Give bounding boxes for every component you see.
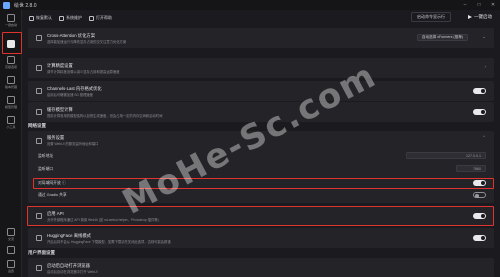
- setting-auto-open-browser: 启动后自动打开浏览器 启动后自动在浏览器中打开 WebUI: [28, 258, 494, 277]
- settings-panel-icon: [7, 40, 15, 48]
- close-button[interactable]: ✕: [486, 0, 500, 10]
- setting-desc: 设置 WebUI 的服务监听地址和端口: [47, 142, 99, 146]
- sidebar-item-tools[interactable]: 小工具: [2, 114, 20, 130]
- precision-icon: [36, 65, 42, 71]
- window-controls: – □ ✕: [458, 0, 500, 10]
- play-icon: [7, 13, 15, 22]
- setting-hf-offline: HuggingFace 离线模式 开启后将不会从 HuggingFace 下载模…: [28, 228, 494, 248]
- app-logo-icon: [3, 1, 10, 9]
- browser-icon: [36, 265, 42, 271]
- reset-icon: [29, 15, 34, 21]
- sidebar-item-label: 小工具: [6, 124, 16, 129]
- reset-default-button[interactable]: 恢复默认: [29, 15, 52, 21]
- sliders-icon: [7, 55, 15, 64]
- sidebar-item-settings-panel[interactable]: [2, 36, 20, 52]
- sidebar-item-label: 设置: [7, 268, 14, 273]
- chevron-right-icon[interactable]: ›: [485, 64, 487, 69]
- setting-cross-attention: Cross-Attention 优化方案 选择能加速运行与降低显存占用的交叉注意…: [28, 28, 494, 48]
- sidebar-item-label: 交流: [7, 236, 14, 241]
- address-input[interactable]: 127.0.0.1: [406, 152, 486, 159]
- setting-desc: 提前计算常用的模型结构以加快生成速度，但会占用一定的内存空间和启动时间: [47, 114, 163, 118]
- sidebar-item-chat[interactable]: 交流: [2, 226, 20, 242]
- memory-icon: [36, 88, 42, 94]
- attention-icon: [36, 35, 42, 41]
- channels-last-toggle[interactable]: [473, 88, 486, 94]
- lan-open-toggle[interactable]: [473, 180, 486, 186]
- open-help-button[interactable]: 打开帮助: [89, 15, 112, 21]
- sidebar-item-label: 版本管理: [4, 84, 17, 89]
- sidebar-item-settings[interactable]: 设置: [2, 258, 20, 274]
- sidebar-item-label: 一键启动: [4, 22, 17, 27]
- tools-icon: [7, 115, 15, 124]
- port-label: 监听端口: [38, 167, 54, 171]
- server-settings-card: 服务设置 设置 WebUI 的服务监听地址和端口 ⌃ 监听地址 127.0.0.…: [28, 131, 494, 203]
- version-icon: [7, 75, 15, 84]
- button-label: 打开帮助: [96, 15, 112, 20]
- sidebar-item-label: 高级选项: [4, 64, 17, 69]
- lan-label: 对局域网开放 ⓘ: [38, 181, 66, 185]
- setting-desc: 启动后自动在浏览器中打开 WebUI: [47, 270, 98, 274]
- setting-cache-model: 缓存模型计算 提前计算常用的模型结构以加快生成速度，但会占用一定的内存空间和启动…: [28, 102, 494, 122]
- launch-button[interactable]: 一键启动: [464, 12, 496, 22]
- enable-api-toggle[interactable]: [473, 213, 486, 219]
- gear-icon: [7, 259, 15, 268]
- sidebar-item-label: 模型管理: [4, 104, 17, 109]
- setting-desc: 允许外部程序通过 API 调用 WebUI (如 sd-webui-helper…: [47, 218, 159, 222]
- help-icon: [89, 15, 94, 21]
- sidebar-item-models[interactable]: 模型管理: [2, 94, 20, 110]
- chevron-down-icon[interactable]: ⌄: [482, 34, 486, 40]
- section-title-network: 网络设置: [28, 123, 46, 128]
- setting-desc: 调节计算精度设置以减少显存占用和提高运算速度: [47, 70, 120, 74]
- chat-icon: [7, 227, 15, 236]
- api-icon: [36, 213, 42, 219]
- lightbulb-icon: [7, 246, 15, 254]
- setting-desc: 开启后将不会从 HuggingFace 下载模型，如需下载请先关闭此选项，否则可…: [47, 240, 171, 244]
- minimize-button[interactable]: –: [458, 0, 472, 10]
- settings-content: Cross-Attention 优化方案 选择能加速运行与降低显存占用的交叉注意…: [22, 26, 500, 277]
- section-title-ui: 用户界面设置: [28, 250, 55, 255]
- launch-label: 一键启动: [474, 14, 492, 19]
- setting-desc: 启用后可略微加速 SD 推理速度: [47, 93, 93, 97]
- launch-options-button[interactable]: 启动命令显示行: [411, 12, 451, 22]
- setting-enable-api: 启用 API 允许外部程序通过 API 调用 WebUI (如 sd-webui…: [28, 206, 494, 226]
- huggingface-icon: [36, 235, 42, 241]
- setting-desc: 选择能加速运行与降低显存占用的交叉注意力优化方案: [47, 40, 127, 44]
- cross-attention-select[interactable]: 自动选择 xFormers (推荐): [416, 34, 468, 41]
- system-maintenance-button[interactable]: 系统维护: [59, 15, 82, 21]
- chevron-up-icon[interactable]: ⌃: [482, 135, 486, 141]
- gradio-share-label: 通过 Gradio 共享: [38, 193, 67, 197]
- sidebar-item-version[interactable]: 版本管理: [2, 74, 20, 90]
- play-icon: [468, 15, 472, 19]
- setting-channels-last: Channels-Last 内存格式优化 启用后可略微加速 SD 推理速度: [28, 81, 494, 101]
- sidebar-item-tips[interactable]: [2, 242, 20, 258]
- sidebar-item-launch[interactable]: 一键启动: [2, 12, 20, 28]
- title-bar: 绘世 2.8.0: [0, 0, 500, 10]
- port-input[interactable]: 7860: [456, 165, 486, 172]
- cache-model-toggle[interactable]: [473, 109, 486, 115]
- app-title: 绘世 2.8.0: [14, 2, 37, 9]
- hf-offline-toggle[interactable]: [473, 235, 486, 241]
- sidebar: 一键启动 高级选项 版本管理 模型管理 小工具 交流 设置: [0, 10, 22, 277]
- address-label: 监听地址: [38, 154, 54, 158]
- gradio-share-toggle[interactable]: [473, 192, 486, 198]
- cache-icon: [36, 109, 42, 115]
- button-label: 系统维护: [66, 15, 82, 20]
- wrench-icon: [59, 15, 64, 21]
- cube-icon: [7, 95, 15, 104]
- maximize-button[interactable]: □: [472, 0, 486, 10]
- sidebar-item-advanced[interactable]: 高级选项: [2, 54, 20, 70]
- setting-precision[interactable]: 计算精度设置 调节计算精度设置以减少显存占用和提高运算速度 ›: [28, 58, 494, 78]
- button-label: 恢复默认: [36, 15, 52, 20]
- server-icon: [36, 138, 42, 144]
